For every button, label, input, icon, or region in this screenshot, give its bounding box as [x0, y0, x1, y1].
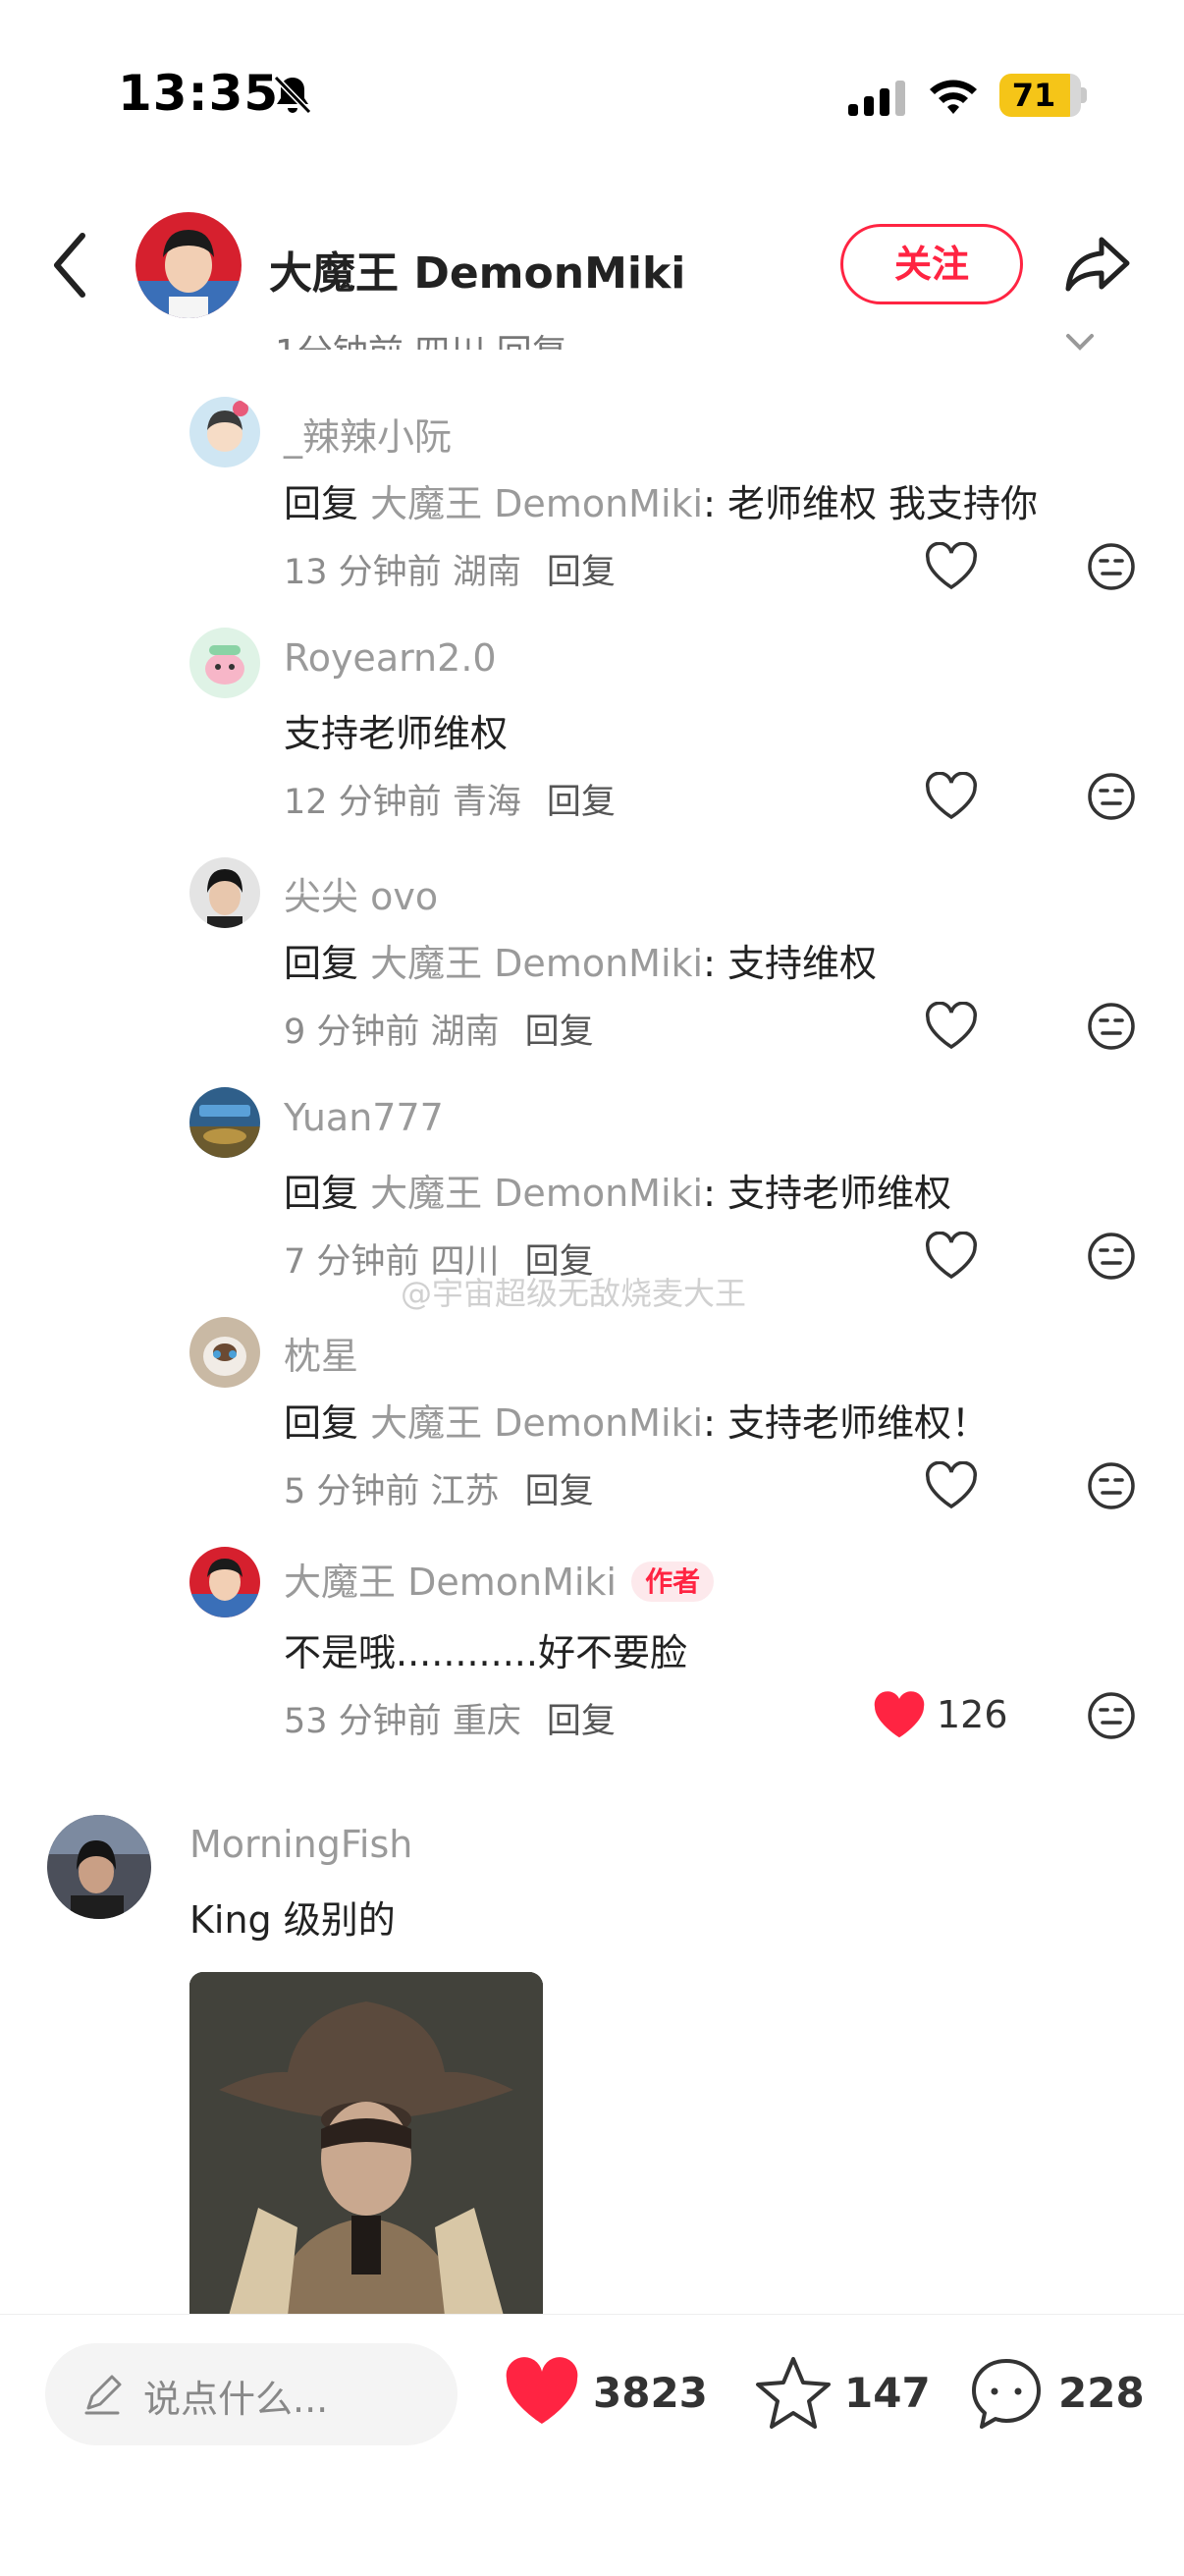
reply-button[interactable]: 回复 — [547, 1702, 616, 1741]
reply-text[interactable]: 回复 大魔王 DemonMiki: 支持维权 — [284, 933, 877, 987]
reply-body: : 支持老师维权！ — [703, 1401, 989, 1445]
reply-text[interactable]: 回复 大魔王 DemonMiki: 支持老师维权 — [284, 1163, 951, 1217]
wifi-icon — [930, 80, 977, 114]
comment-input-placeholder[interactable]: 说点什么... — [143, 2369, 328, 2423]
dislike-face-icon[interactable] — [1086, 1460, 1137, 1511]
reply-body: : 支持老师维权 — [703, 1172, 951, 1215]
reply-meta: 9 分钟前 湖南 回复 — [284, 1004, 594, 1054]
reply-username[interactable]: _辣辣小阮 — [284, 407, 452, 461]
status-time: 13:35 — [118, 65, 280, 122]
battery-level: 71 — [1011, 77, 1056, 114]
reply-text[interactable]: 支持老师维权 — [284, 703, 508, 757]
reply-text[interactable]: 回复 大魔王 DemonMiki: 支持老师维权！ — [284, 1393, 989, 1447]
reply-location: 重庆 — [452, 1702, 521, 1741]
reply-time: 5 分钟前 — [284, 1472, 420, 1511]
reply-location: 湖南 — [430, 1013, 500, 1052]
chevron-down-icon[interactable] — [1060, 330, 1100, 354]
share-icon[interactable] — [1062, 228, 1133, 299]
reply-text[interactable]: 不是哦............好不要脸 — [284, 1622, 687, 1676]
heart-icon[interactable] — [924, 772, 979, 821]
battery-cap — [1081, 87, 1087, 103]
reply-text[interactable]: 回复 大魔王 DemonMiki: 老师维权 我支持你 — [284, 473, 1038, 527]
reply-meta: 5 分钟前 江苏 回复 — [284, 1463, 594, 1513]
heart-icon[interactable] — [924, 1002, 979, 1051]
collect-count[interactable]: 147 — [844, 2369, 931, 2417]
reply-username[interactable]: 枕星 — [284, 1326, 358, 1380]
reply-time: 13 分钟前 — [284, 553, 442, 592]
avatar[interactable] — [189, 1547, 260, 1617]
reply-username[interactable]: Yuan777 — [284, 1096, 444, 1139]
author-name[interactable]: 大魔王 DemonMiki — [269, 238, 685, 301]
comment-bubble-icon[interactable] — [968, 2355, 1045, 2432]
reply-button[interactable]: 回复 — [547, 553, 616, 592]
reply-button[interactable]: 回复 — [525, 1472, 594, 1511]
avatar[interactable] — [189, 1087, 260, 1158]
star-icon[interactable] — [754, 2355, 833, 2430]
heart-icon[interactable] — [872, 1691, 927, 1740]
reply-location: 青海 — [452, 783, 521, 822]
reply-time: 7 分钟前 — [284, 1242, 420, 1282]
reply-username[interactable]: 大魔王 DemonMiki — [284, 1561, 617, 1604]
author-avatar[interactable] — [135, 212, 242, 318]
avatar[interactable] — [189, 857, 260, 928]
reply-body: : 支持维权 — [703, 942, 877, 985]
comment-username[interactable]: MorningFish — [189, 1823, 412, 1866]
reply-meta: 53 分钟前 重庆 回复 — [284, 1693, 616, 1743]
heart-icon[interactable] — [924, 1232, 979, 1281]
avatar[interactable] — [189, 628, 260, 698]
battery-empty-portion — [1070, 74, 1081, 117]
pencil-icon — [84, 2375, 122, 2415]
avatar[interactable] — [47, 1815, 151, 1919]
heart-icon[interactable] — [924, 1461, 979, 1510]
reply-to-user[interactable]: 大魔王 DemonMiki — [370, 942, 703, 985]
reply-location: 江苏 — [430, 1472, 500, 1511]
reply-prefix: 回复 — [284, 1172, 371, 1215]
signal-icon — [848, 81, 905, 116]
reply-username[interactable]: 尖尖 ovo — [284, 866, 438, 920]
heart-icon[interactable] — [924, 542, 979, 591]
avatar[interactable] — [189, 397, 260, 467]
reply-button[interactable]: 回复 — [547, 783, 616, 822]
reply-body: 不是哦............好不要脸 — [284, 1631, 687, 1674]
reply-time: 53 分钟前 — [284, 1702, 442, 1741]
reply-to-user[interactable]: 大魔王 DemonMiki — [370, 1401, 703, 1445]
reply-body: : 老师维权 我支持你 — [703, 482, 1039, 525]
reply-time: 12 分钟前 — [284, 783, 442, 822]
reply-meta: 12 分钟前 青海 回复 — [284, 774, 616, 824]
back-arrow-icon[interactable] — [51, 230, 90, 301]
reply-to-user[interactable]: 大魔王 DemonMiki — [370, 482, 703, 525]
like-count[interactable]: 3823 — [593, 2369, 708, 2417]
reply-location: 湖南 — [452, 553, 521, 592]
author-badge: 作者 — [631, 1562, 715, 1602]
dislike-face-icon[interactable] — [1086, 541, 1137, 592]
comment-count[interactable]: 228 — [1058, 2369, 1145, 2417]
reply-prefix: 回复 — [284, 482, 371, 525]
reply-time: 9 分钟前 — [284, 1013, 420, 1052]
dislike-face-icon[interactable] — [1086, 1001, 1137, 1052]
reply-username-row: 大魔王 DemonMiki 作者 — [284, 1552, 715, 1606]
comment-image[interactable] — [189, 1972, 543, 2316]
reply-prefix: 回复 — [284, 942, 371, 985]
comment-text[interactable]: King 级别的 — [189, 1890, 396, 1944]
reply-button[interactable]: 回复 — [525, 1013, 594, 1052]
reply-prefix: 回复 — [284, 1401, 371, 1445]
reply-meta: 13 分钟前 湖南 回复 — [284, 544, 616, 594]
clipped-comment-meta: 1分钟前 四川 回复 — [275, 324, 668, 350]
dislike-face-icon[interactable] — [1086, 771, 1137, 822]
bell-slash-icon — [273, 75, 312, 115]
reply-body: 支持老师维权 — [284, 712, 509, 755]
reply-to-user[interactable]: 大魔王 DemonMiki — [370, 1172, 703, 1215]
reply-username[interactable]: Royearn2.0 — [284, 636, 497, 680]
dislike-face-icon[interactable] — [1086, 1231, 1137, 1282]
like-count: 126 — [937, 1693, 1008, 1736]
dislike-face-icon[interactable] — [1086, 1690, 1137, 1741]
avatar[interactable] — [189, 1317, 260, 1388]
follow-button[interactable]: 关注 — [840, 224, 1023, 304]
heart-icon[interactable] — [503, 2357, 581, 2428]
watermark: @宇宙超级无敌烧麦大王 — [401, 1275, 747, 1312]
